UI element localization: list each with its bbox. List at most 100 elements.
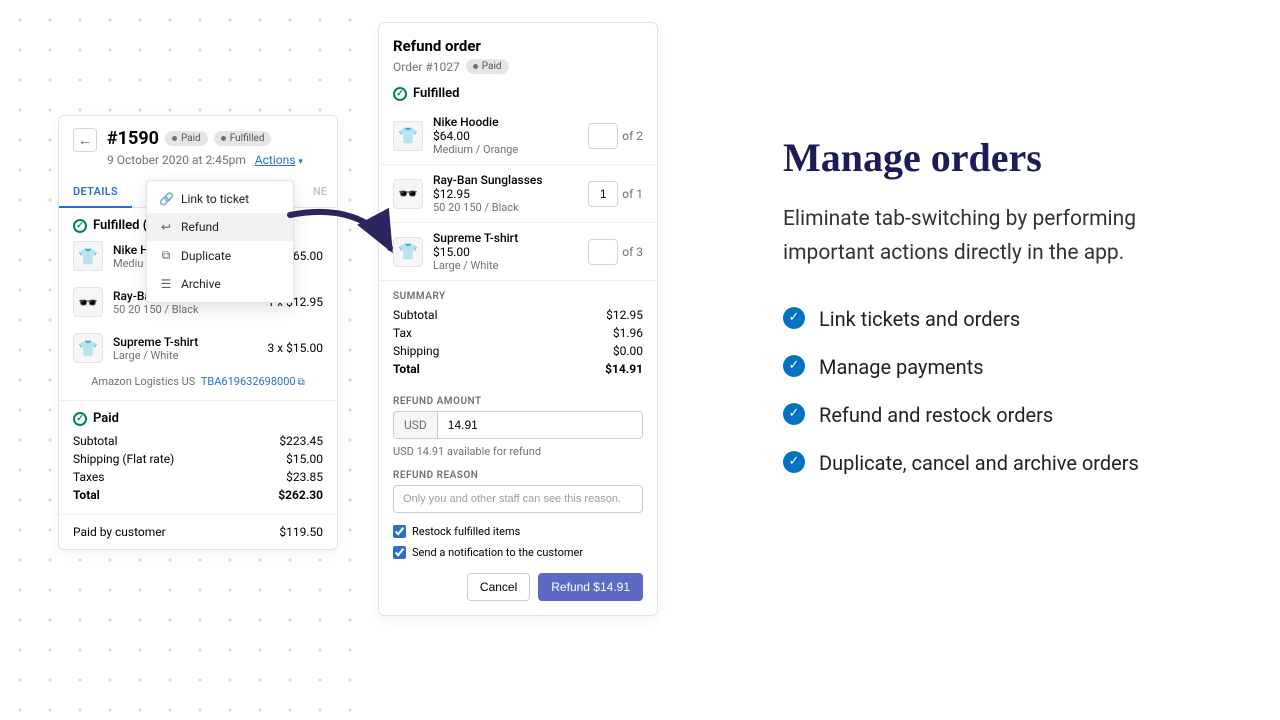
- marketing-paragraph: Eliminate tab-switching by performing im…: [783, 203, 1183, 270]
- menu-item-duplicate[interactable]: ⧉ Duplicate: [147, 241, 293, 270]
- restock-checkbox-row[interactable]: Restock fulfilled items: [379, 521, 657, 542]
- check-icon: ✓: [783, 403, 805, 425]
- product-price: $64.00: [433, 129, 578, 143]
- order-title: #1590: [107, 128, 159, 149]
- check-circle-icon: ✓: [393, 87, 407, 101]
- duplicate-icon: ⧉: [159, 248, 173, 263]
- product-thumbnail: 👕: [393, 121, 423, 151]
- feature-row: ✓ Manage payments: [783, 352, 1183, 382]
- menu-item-refund[interactable]: ↩ Refund: [147, 213, 293, 241]
- feature-text: Duplicate, cancel and archive orders: [819, 448, 1139, 478]
- feature-text: Manage payments: [819, 352, 984, 382]
- check-circle-icon: ✓: [73, 412, 87, 426]
- menu-item-label: Refund: [181, 220, 219, 234]
- status-badge-paid: Paid: [165, 131, 208, 146]
- status-badge-paid: Paid: [466, 59, 509, 74]
- paid-heading: Paid: [93, 411, 119, 426]
- product-variant: Large / White: [433, 259, 578, 272]
- refund-qty-input[interactable]: [588, 181, 618, 207]
- feature-row: ✓ Refund and restock orders: [783, 400, 1183, 430]
- total-value: $262.30: [278, 488, 323, 502]
- subtotal-label: Subtotal: [73, 434, 118, 448]
- paid-by-label: Paid by customer: [73, 525, 166, 539]
- refund-line-item: 🕶️ Ray-Ban Sunglasses $12.95 50 20 150 /…: [379, 165, 657, 223]
- refund-reason-label: REFUND REASON: [379, 460, 657, 485]
- marketing-copy: Manage orders Eliminate tab-switching by…: [783, 134, 1183, 496]
- total-label: Total: [73, 488, 100, 502]
- marketing-heading: Manage orders: [783, 134, 1183, 181]
- shipping-label: Shipping: [393, 344, 439, 358]
- total-label: Total: [393, 362, 420, 376]
- menu-item-link-ticket[interactable]: 🔗 Link to ticket: [147, 185, 293, 213]
- menu-item-label: Archive: [181, 277, 221, 291]
- subtotal-label: Subtotal: [393, 308, 438, 322]
- subtotal-value: $12.95: [606, 308, 643, 322]
- cancel-button[interactable]: Cancel: [467, 573, 530, 601]
- actions-menu: 🔗 Link to ticket ↩ Refund ⧉ Duplicate ☰ …: [146, 180, 294, 303]
- refund-button[interactable]: Refund $14.91: [538, 573, 643, 601]
- product-thumbnail: 👕: [73, 333, 103, 363]
- shipping-value: $0.00: [613, 344, 643, 358]
- notify-checkbox-row[interactable]: Send a notification to the customer: [379, 542, 657, 563]
- product-variant: 50 20 150 / Black: [113, 303, 257, 316]
- feature-text: Refund and restock orders: [819, 400, 1053, 430]
- tax-value: $1.96: [613, 326, 643, 340]
- product-thumbnail: 👕: [73, 241, 103, 271]
- notify-label: Send a notification to the customer: [412, 546, 583, 559]
- product-variant: Large / White: [113, 349, 257, 362]
- product-price: $15.00: [433, 245, 578, 259]
- product-thumbnail: 🕶️: [73, 287, 103, 317]
- product-name: Ray-Ban Sunglasses: [433, 173, 578, 187]
- restock-label: Restock fulfilled items: [412, 525, 520, 538]
- link-icon: 🔗: [159, 192, 173, 206]
- product-variant: 50 20 150 / Black: [433, 201, 578, 214]
- status-badge-fulfilled: Fulfilled: [214, 131, 272, 146]
- refund-amount-input[interactable]: [438, 412, 642, 438]
- of-label: of 3: [622, 245, 643, 259]
- currency-prefix: USD: [394, 412, 438, 438]
- actions-dropdown[interactable]: Actions: [255, 153, 303, 167]
- taxes-label: Taxes: [73, 470, 104, 484]
- of-label: of 1: [622, 187, 643, 201]
- refund-amount-label: REFUND AMOUNT: [379, 386, 657, 411]
- external-link-icon: ⧉: [298, 377, 305, 388]
- refund-qty-input[interactable]: [588, 239, 618, 265]
- refund-qty-input[interactable]: [588, 123, 618, 149]
- refund-line-item: 👕 Supreme T-shirt $15.00 Large / White o…: [379, 223, 657, 281]
- subtotal-value: $223.45: [279, 434, 323, 448]
- refund-reason-input[interactable]: [393, 485, 643, 513]
- refund-icon: ↩: [159, 220, 173, 234]
- line-item: 👕 Supreme T-shirt Large / White 3 x $15.…: [73, 325, 323, 371]
- arrow-left-icon: ←: [78, 132, 92, 149]
- summary-label: SUMMARY: [379, 281, 657, 306]
- product-name: Nike Hoodie: [433, 115, 578, 129]
- carrier-label: Amazon Logistics US: [91, 375, 195, 388]
- shipping-value: $15.00: [286, 452, 323, 466]
- feature-row: ✓ Link tickets and orders: [783, 304, 1183, 334]
- feature-text: Link tickets and orders: [819, 304, 1020, 334]
- product-variant: Medium / Orange: [433, 143, 578, 156]
- tracking-link[interactable]: TBA619632698000⧉: [201, 375, 305, 388]
- paid-by-value: $119.50: [279, 525, 323, 539]
- notify-checkbox[interactable]: [393, 546, 406, 559]
- back-button[interactable]: ←: [73, 128, 97, 152]
- refund-amount-field: USD: [393, 411, 643, 439]
- check-icon: ✓: [783, 307, 805, 329]
- product-name: Supreme T-shirt: [113, 335, 257, 349]
- menu-item-archive[interactable]: ☰ Archive: [147, 270, 293, 298]
- check-icon: ✓: [783, 355, 805, 377]
- menu-item-label: Link to ticket: [181, 192, 249, 206]
- restock-checkbox[interactable]: [393, 525, 406, 538]
- line-price: 3 x $15.00: [267, 341, 323, 355]
- refund-title: Refund order: [393, 37, 643, 55]
- archive-icon: ☰: [159, 277, 173, 291]
- refund-amount-hint: USD 14.91 available for refund: [379, 439, 657, 460]
- menu-item-label: Duplicate: [181, 249, 231, 263]
- product-price: $12.95: [433, 187, 578, 201]
- tab-details[interactable]: DETAILS: [59, 177, 132, 208]
- feature-row: ✓ Duplicate, cancel and archive orders: [783, 448, 1183, 478]
- taxes-value: $23.85: [286, 470, 323, 484]
- tax-label: Tax: [393, 326, 412, 340]
- refund-line-item: 👕 Nike Hoodie $64.00 Medium / Orange of …: [379, 107, 657, 165]
- refund-order-label: Order #1027: [393, 60, 460, 74]
